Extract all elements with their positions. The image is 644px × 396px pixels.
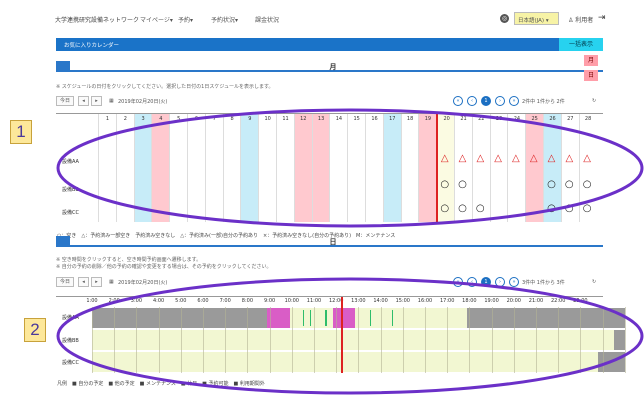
schedule-page: 大学連携研究設備ネットワーク マイページ▾ 予約▾ 予約状況▾ 課金状況 ◎ 日… bbox=[0, 0, 644, 396]
callout-label-1: 1 bbox=[10, 120, 32, 144]
annotation-overlay bbox=[56, 108, 644, 395]
callout-ellipse-2 bbox=[56, 277, 644, 395]
callout-label-2: 2 bbox=[24, 318, 46, 342]
callout-ellipse-1 bbox=[56, 108, 644, 228]
